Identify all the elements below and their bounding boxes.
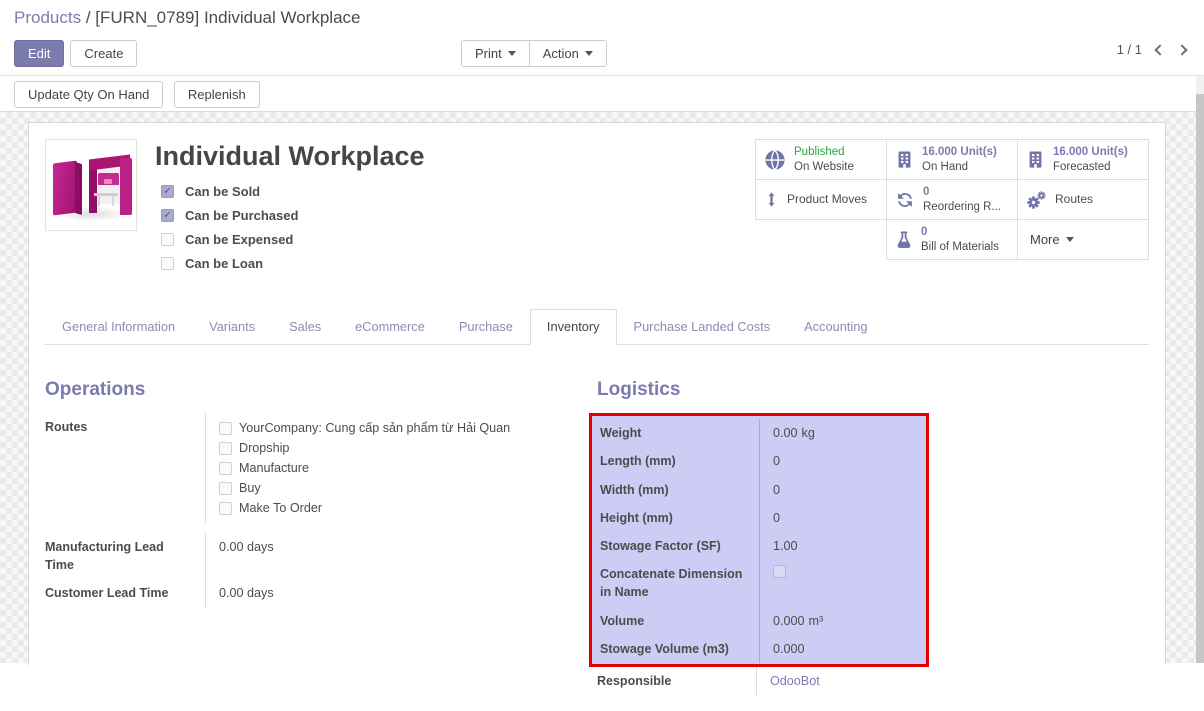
control-panel: Products / [FURN_0789] Individual Workpl… xyxy=(0,0,1204,76)
manufacturing-lead-time-value: 0.00 days xyxy=(205,533,581,579)
logistics-heading: Logistics xyxy=(597,379,1141,401)
arrows-vertical-icon xyxy=(764,191,779,208)
tab-purchase[interactable]: Purchase xyxy=(442,309,530,345)
building-icon xyxy=(895,150,914,169)
route-manufacture-checkbox[interactable] xyxy=(219,462,232,475)
tab-variants[interactable]: Variants xyxy=(192,309,272,345)
stowage-factor-value: 1.00 xyxy=(759,532,926,560)
building-icon xyxy=(1026,150,1045,169)
gears-icon xyxy=(1026,190,1047,210)
stat-button-product-moves[interactable]: Product Moves xyxy=(756,180,887,220)
field-volume: Volume 0.000m³ xyxy=(592,607,926,635)
width-value: 0 xyxy=(759,476,926,504)
pager-value: 1 / 1 xyxy=(1117,42,1142,57)
stat-button-routes[interactable]: Routes xyxy=(1018,180,1149,220)
print-menu-button[interactable]: Print xyxy=(462,41,529,66)
field-stowage-factor: Stowage Factor (SF) 1.00 xyxy=(592,532,926,560)
can-be-sold-checkbox[interactable] xyxy=(161,185,174,198)
vertical-scrollbar[interactable] xyxy=(1196,76,1204,663)
breadcrumb-separator: / xyxy=(86,8,95,27)
flag-can-be-expensed: Can be Expensed xyxy=(161,232,425,247)
can-be-loan-checkbox[interactable] xyxy=(161,257,174,270)
flag-can-be-purchased: Can be Purchased xyxy=(161,208,425,223)
route-option-dropship: Dropship xyxy=(219,438,581,458)
route-option-manufacture: Manufacture xyxy=(219,458,581,478)
stat-button-bill-of-materials[interactable]: 0 Bill of Materials xyxy=(887,220,1018,260)
field-concatenate-dimension: Concatenate Dimension in Name xyxy=(592,560,926,606)
caret-down-icon xyxy=(1066,237,1074,242)
tab-inventory[interactable]: Inventory xyxy=(530,309,617,345)
route-option-make-to-order: Make To Order xyxy=(219,498,581,518)
notebook-tabs: General Information Variants Sales eComm… xyxy=(45,309,1149,345)
route-dropship-checkbox[interactable] xyxy=(219,442,232,455)
replenish-button[interactable]: Replenish xyxy=(174,81,260,108)
flag-can-be-loan: Can be Loan xyxy=(161,256,425,271)
can-be-expensed-checkbox[interactable] xyxy=(161,233,174,246)
stat-button-box: Published On Website 16.000 Unit(s) xyxy=(755,139,1149,260)
can-be-purchased-checkbox[interactable] xyxy=(161,209,174,222)
flask-icon xyxy=(895,231,913,249)
caret-down-icon xyxy=(585,51,593,56)
responsible-value: OdooBot xyxy=(756,667,929,695)
concatenate-dimension-checkbox[interactable] xyxy=(773,565,786,578)
tab-ecommerce[interactable]: eCommerce xyxy=(338,309,442,345)
stat-button-more[interactable]: More xyxy=(1018,220,1149,260)
field-height: Height (mm) 0 xyxy=(592,504,926,532)
route-make-to-order-checkbox[interactable] xyxy=(219,502,232,515)
action-menu-button[interactable]: Action xyxy=(529,41,606,66)
operations-heading: Operations xyxy=(45,379,581,401)
page-title: Individual Workplace xyxy=(155,141,425,172)
stowage-volume-value: 0.000 xyxy=(759,635,926,663)
logistics-highlighted-region: Weight 0.00kg Length (mm) 0 Width (mm) 0 xyxy=(589,413,929,667)
field-manufacturing-lead-time: Manufacturing Lead Time 0.00 days xyxy=(45,533,581,579)
form-sheet: Published On Website 16.000 Unit(s) xyxy=(28,122,1166,665)
customer-lead-time-value: 0.00 days xyxy=(205,579,581,607)
field-customer-lead-time: Customer Lead Time 0.00 days xyxy=(45,579,581,607)
field-routes: Routes YourCompany: Cung cấp sản phẩm từ… xyxy=(45,413,581,523)
route-option-buy: Buy xyxy=(219,478,581,498)
field-width: Width (mm) 0 xyxy=(592,476,926,504)
stat-button-on-website[interactable]: Published On Website xyxy=(756,140,887,180)
breadcrumb-current: [FURN_0789] Individual Workplace xyxy=(95,8,360,27)
action-menu-group: Print Action xyxy=(461,40,607,67)
weight-value: 0.00kg xyxy=(759,419,926,447)
stat-button-forecasted[interactable]: 16.000 Unit(s) Forecasted xyxy=(1018,140,1149,180)
length-value: 0 xyxy=(759,447,926,475)
scrollbar-thumb[interactable] xyxy=(1196,94,1204,663)
field-weight: Weight 0.00kg xyxy=(592,419,926,447)
tab-sales[interactable]: Sales xyxy=(272,309,338,345)
create-button[interactable]: Create xyxy=(70,40,137,67)
tab-general-information[interactable]: General Information xyxy=(45,309,192,345)
pager-next-icon[interactable] xyxy=(1176,44,1187,55)
tab-accounting[interactable]: Accounting xyxy=(787,309,884,345)
breadcrumb: Products / [FURN_0789] Individual Workpl… xyxy=(14,8,360,28)
height-value: 0 xyxy=(759,504,926,532)
flag-can-be-sold: Can be Sold xyxy=(161,184,425,199)
volume-value: 0.000m³ xyxy=(759,607,926,635)
published-status: Published xyxy=(794,145,854,159)
route-option-yourcompany: YourCompany: Cung cấp sản phẩm từ Hải Qu… xyxy=(219,418,581,438)
edit-button[interactable]: Edit xyxy=(14,40,64,67)
field-stowage-volume: Stowage Volume (m3) 0.000 xyxy=(592,635,926,663)
field-responsible: Responsible OdooBot xyxy=(589,667,929,695)
route-buy-checkbox[interactable] xyxy=(219,482,232,495)
update-qty-on-hand-button[interactable]: Update Qty On Hand xyxy=(14,81,163,108)
tab-purchase-landed-costs[interactable]: Purchase Landed Costs xyxy=(617,309,788,345)
form-statusbar: Update Qty On Hand Replenish xyxy=(0,77,1204,112)
field-length: Length (mm) 0 xyxy=(592,447,926,475)
refresh-icon xyxy=(895,190,915,210)
breadcrumb-products-link[interactable]: Products xyxy=(14,8,81,27)
caret-down-icon xyxy=(508,51,516,56)
route-yourcompany-checkbox[interactable] xyxy=(219,422,232,435)
content-area: Published On Website 16.000 Unit(s) xyxy=(0,112,1204,663)
stat-box-empty-cell xyxy=(756,220,887,260)
product-image[interactable] xyxy=(45,139,137,231)
pager-previous-icon[interactable] xyxy=(1154,44,1165,55)
stat-button-on-hand[interactable]: 16.000 Unit(s) On Hand xyxy=(887,140,1018,180)
stat-button-reordering-rules[interactable]: 0 Reordering R... xyxy=(887,180,1018,220)
globe-icon xyxy=(764,149,786,171)
